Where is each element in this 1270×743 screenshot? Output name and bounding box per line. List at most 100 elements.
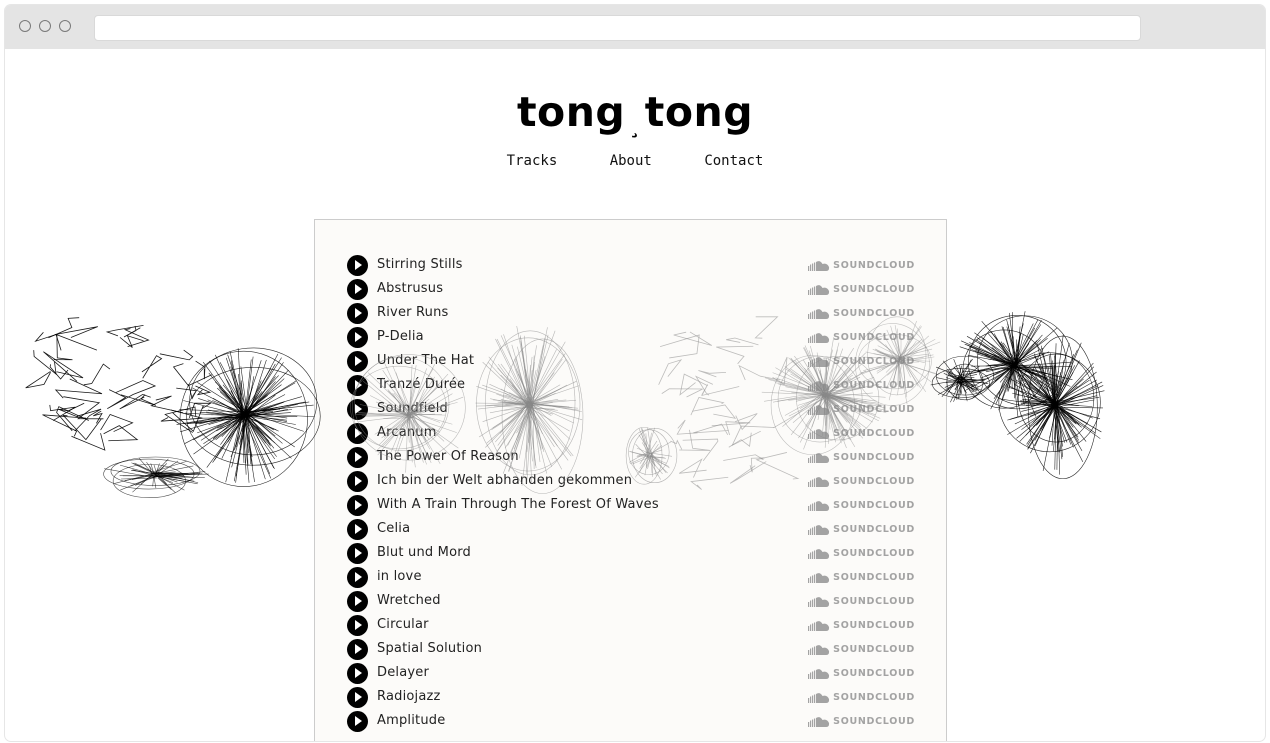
soundcloud-link[interactable]: SOUNDCLOUD [808,332,915,344]
track-title[interactable]: The Power Of Reason [377,449,519,464]
play-icon[interactable] [347,447,368,468]
wireframe-cluster [998,334,1105,480]
track-title[interactable]: Arcanum [377,425,437,440]
track-row[interactable]: Celia SOUNDCLOUD [347,518,915,542]
wireframe-cluster [103,456,209,499]
track-row[interactable]: Abstrusus SOUNDCLOUD [347,278,915,302]
soundcloud-icon [808,405,830,415]
track-title[interactable]: Wretched [377,593,441,608]
track-title[interactable]: Under The Hat [377,353,474,368]
play-icon[interactable] [347,591,368,612]
soundcloud-link[interactable]: SOUNDCLOUD [808,668,915,680]
track-row[interactable]: Radiojazz SOUNDCLOUD [347,686,915,710]
soundcloud-link[interactable]: SOUNDCLOUD [808,716,915,728]
play-icon[interactable] [347,567,368,588]
play-icon[interactable] [347,615,368,636]
track-title[interactable]: Radiojazz [377,689,441,704]
soundcloud-link[interactable]: SOUNDCLOUD [808,284,915,296]
track-row[interactable]: Under The Hat SOUNDCLOUD [347,350,915,374]
play-icon[interactable] [347,375,368,396]
window-maximize-dot[interactable] [59,20,71,32]
track-row[interactable]: Stirring Stills SOUNDCLOUD [347,254,915,278]
soundcloud-icon [808,525,830,535]
track-row[interactable]: Tranzé Durée SOUNDCLOUD [347,374,915,398]
site-logo[interactable]: tong ¸tong [5,88,1265,139]
nav-tracks[interactable]: Tracks [507,153,558,169]
soundcloud-link[interactable]: SOUNDCLOUD [808,644,915,656]
soundcloud-link[interactable]: SOUNDCLOUD [808,596,915,608]
play-icon[interactable] [347,639,368,660]
track-title[interactable]: Blut und Mord [377,545,471,560]
track-row[interactable]: Delayer SOUNDCLOUD [347,662,915,686]
window-minimize-dot[interactable] [39,20,51,32]
play-icon[interactable] [347,351,368,372]
track-row[interactable]: Soundfield SOUNDCLOUD [347,398,915,422]
soundcloud-link[interactable]: SOUNDCLOUD [808,620,915,632]
nav-contact[interactable]: Contact [704,153,763,169]
track-row[interactable]: Amplitude SOUNDCLOUD [347,710,915,734]
nav-about[interactable]: About [610,153,652,169]
play-icon[interactable] [347,687,368,708]
play-icon[interactable] [347,711,368,732]
play-icon[interactable] [347,255,368,276]
soundcloud-link[interactable]: SOUNDCLOUD [808,260,915,272]
window-close-dot[interactable] [19,20,31,32]
track-title[interactable]: Tranzé Durée [377,377,465,392]
play-icon[interactable] [347,471,368,492]
soundcloud-link[interactable]: SOUNDCLOUD [808,428,915,440]
track-title[interactable]: Delayer [377,665,429,680]
play-icon[interactable] [347,327,368,348]
soundcloud-link[interactable]: SOUNDCLOUD [808,500,915,512]
play-icon[interactable] [347,543,368,564]
track-title[interactable]: Celia [377,521,410,536]
soundcloud-link[interactable]: SOUNDCLOUD [808,308,915,320]
soundcloud-label: SOUNDCLOUD [833,500,915,511]
track-row[interactable]: Circular SOUNDCLOUD [347,614,915,638]
play-icon[interactable] [347,495,368,516]
track-row[interactable]: Arcanum SOUNDCLOUD [347,422,915,446]
track-title[interactable]: Stirring Stills [377,257,463,272]
play-icon[interactable] [347,303,368,324]
track-row[interactable]: The Power Of Reason SOUNDCLOUD [347,446,915,470]
soundcloud-link[interactable]: SOUNDCLOUD [808,356,915,368]
track-row[interactable]: P-Delia SOUNDCLOUD [347,326,915,350]
play-icon[interactable] [347,663,368,684]
track-row[interactable]: Ich bin der Welt abhanden gekommen SOUNDC… [347,470,915,494]
soundcloud-icon [808,549,830,559]
soundcloud-link[interactable]: SOUNDCLOUD [808,452,915,464]
address-bar[interactable] [94,15,1141,41]
track-title[interactable]: Abstrusus [377,281,443,296]
play-icon[interactable] [347,279,368,300]
track-title[interactable]: Spatial Solution [377,641,482,656]
track-row[interactable]: Blut und Mord SOUNDCLOUD [347,542,915,566]
track-row[interactable]: Wretched SOUNDCLOUD [347,590,915,614]
soundcloud-link[interactable]: SOUNDCLOUD [808,404,915,416]
track-title[interactable]: With A Train Through The Forest Of Waves [377,497,659,512]
track-row[interactable]: Spatial Solution SOUNDCLOUD [347,638,915,662]
track-title[interactable]: Circular [377,617,429,632]
track-title[interactable]: P-Delia [377,329,424,344]
track-title[interactable]: Ich bin der Welt abhanden gekommen [377,473,632,488]
soundcloud-label: SOUNDCLOUD [833,260,915,271]
track-title[interactable]: Soundfield [377,401,448,416]
track-title[interactable]: River Runs [377,305,449,320]
track-title[interactable]: Amplitude [377,713,445,728]
soundcloud-link[interactable]: SOUNDCLOUD [808,572,915,584]
soundcloud-link[interactable]: SOUNDCLOUD [808,524,915,536]
play-icon[interactable] [347,399,368,420]
soundcloud-link[interactable]: SOUNDCLOUD [808,548,915,560]
soundcloud-link[interactable]: SOUNDCLOUD [808,692,915,704]
soundcloud-label: SOUNDCLOUD [833,548,915,559]
soundcloud-label: SOUNDCLOUD [833,476,915,487]
soundcloud-label: SOUNDCLOUD [833,380,915,391]
track-row[interactable]: in love SOUNDCLOUD [347,566,915,590]
track-row[interactable]: River Runs SOUNDCLOUD [347,302,915,326]
soundcloud-icon [808,285,830,295]
track-title[interactable]: in love [377,569,422,584]
soundcloud-link[interactable]: SOUNDCLOUD [808,476,915,488]
play-icon[interactable] [347,423,368,444]
soundcloud-link[interactable]: SOUNDCLOUD [808,380,915,392]
track-row[interactable]: With A Train Through The Forest Of Waves… [347,494,915,518]
play-icon[interactable] [347,519,368,540]
soundcloud-label: SOUNDCLOUD [833,596,915,607]
